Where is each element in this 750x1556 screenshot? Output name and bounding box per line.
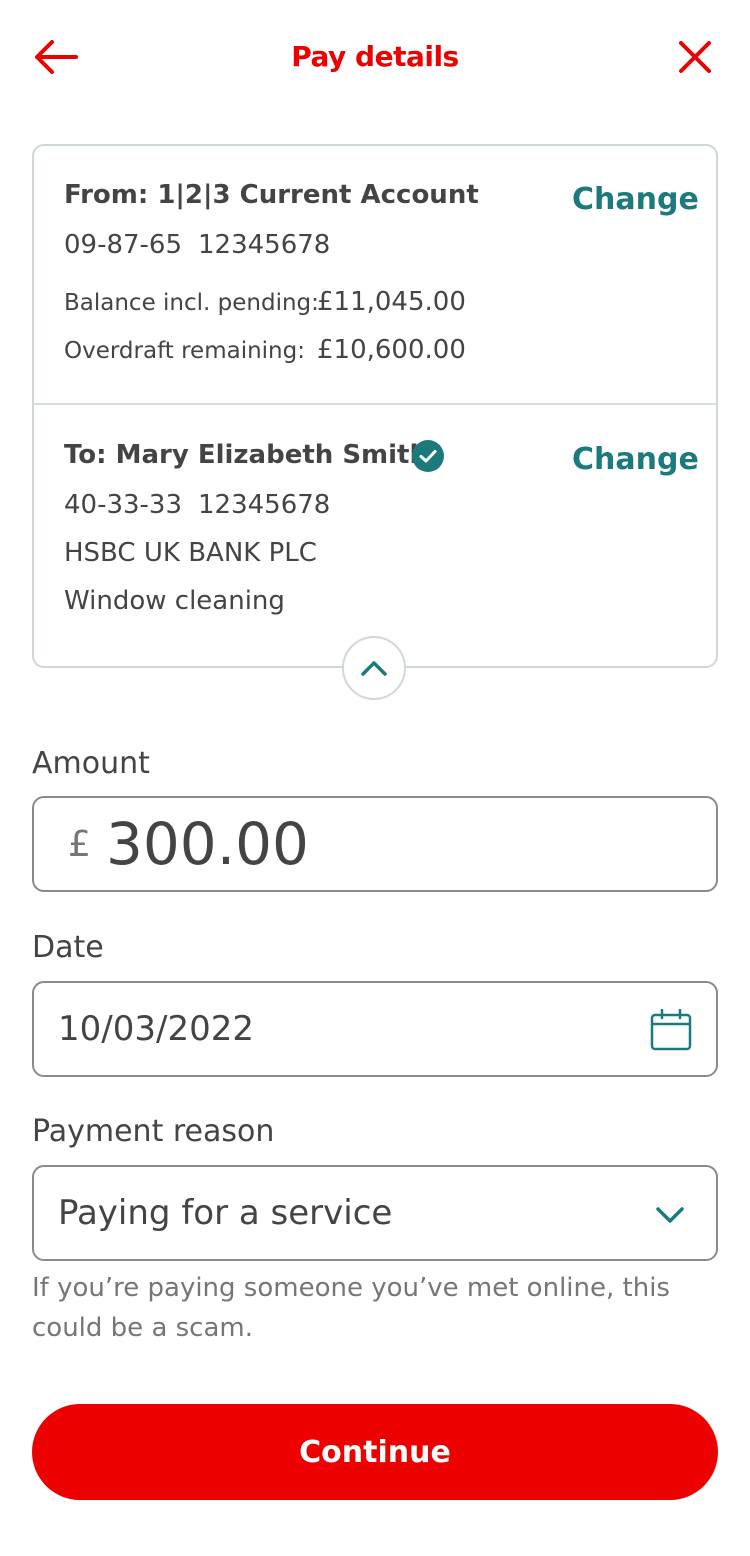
payee-sort-code: 40-33-33 <box>64 490 183 520</box>
divider <box>34 403 716 405</box>
calendar-icon[interactable] <box>650 1009 692 1051</box>
amount-label: Amount <box>32 746 150 781</box>
payment-reason-label: Payment reason <box>32 1114 275 1149</box>
from-account-title: From: 1|2|3 Current Account <box>64 180 479 210</box>
payment-reason-value: Paying for a service <box>58 1193 393 1233</box>
amount-value: 300.00 <box>106 810 309 878</box>
balance-label: Balance incl. pending: <box>64 290 319 316</box>
close-icon <box>679 41 711 73</box>
change-from-button[interactable]: Change <box>572 182 699 217</box>
payee-account-number: 12345678 <box>198 490 331 520</box>
from-sort-code: 09-87-65 <box>64 230 183 260</box>
payee-reference: Window cleaning <box>64 586 285 616</box>
chevron-up-icon <box>361 661 387 676</box>
change-to-button[interactable]: Change <box>572 442 699 477</box>
payee-name: To: Mary Elizabeth Smith <box>64 440 428 470</box>
from-account-number: 12345678 <box>198 230 331 260</box>
payment-reason-select[interactable]: Paying for a service <box>32 1165 718 1261</box>
date-label: Date <box>32 930 104 965</box>
overdraft-label: Overdraft remaining: <box>64 338 305 364</box>
payee-bank: HSBC UK BANK PLC <box>64 538 317 568</box>
check-circle-icon <box>412 440 444 472</box>
payment-summary-card: From: 1|2|3 Current Account Change 09-87… <box>32 144 718 668</box>
scam-warning-hint: If you’re paying someone you’ve met onli… <box>32 1273 670 1343</box>
collapse-button[interactable] <box>342 636 406 700</box>
continue-button[interactable]: Continue <box>32 1404 718 1500</box>
chevron-down-icon <box>656 1207 684 1223</box>
page-title: Pay details <box>291 40 459 73</box>
currency-symbol: £ <box>68 824 91 865</box>
balance-value: £11,045.00 <box>317 287 466 317</box>
header: Pay details <box>0 0 750 120</box>
date-value: 10/03/2022 <box>58 1009 254 1049</box>
amount-input[interactable]: £ 300.00 <box>32 796 718 892</box>
date-input[interactable]: 10/03/2022 <box>32 981 718 1077</box>
overdraft-value: £10,600.00 <box>317 335 466 365</box>
close-button[interactable] <box>672 34 718 80</box>
